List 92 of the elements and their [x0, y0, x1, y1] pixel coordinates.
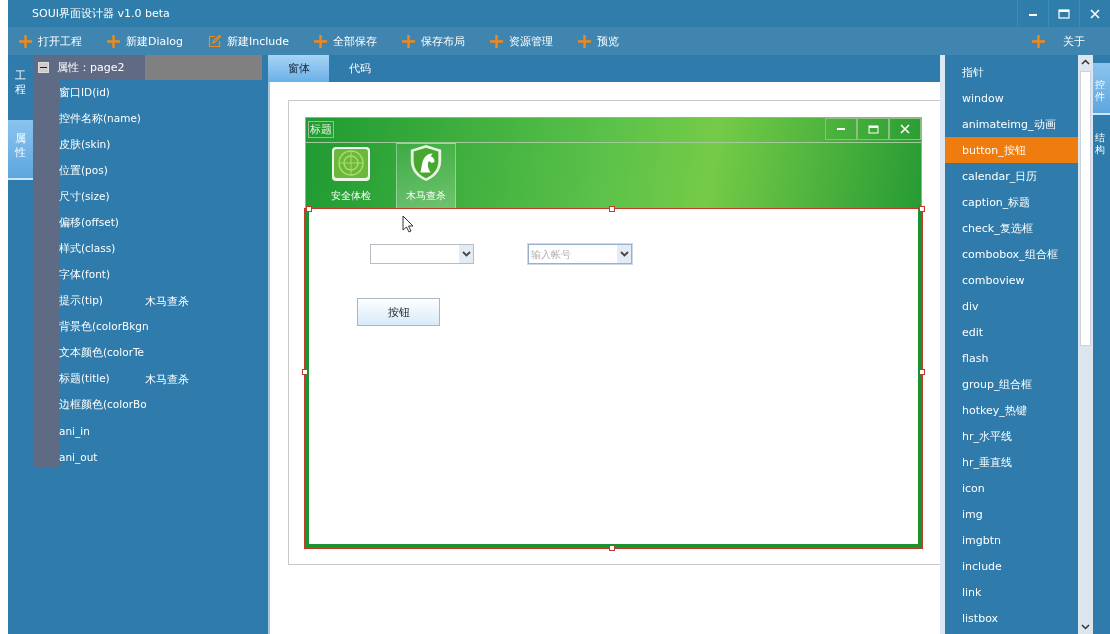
property-name: 标题(title): [59, 372, 111, 386]
editor-tab[interactable]: 代码: [329, 55, 390, 82]
selected-page-area[interactable]: 输入帐号 按钮: [305, 209, 922, 548]
resize-handle[interactable]: [302, 369, 308, 375]
plus-icon: [19, 34, 32, 48]
side-tab[interactable]: 工程: [8, 65, 33, 120]
plus-icon: [402, 34, 416, 48]
control-list-item[interactable]: 指针: [945, 59, 1078, 85]
control-list-item[interactable]: edit: [945, 319, 1078, 345]
close-icon: [1090, 8, 1100, 19]
control-list-item[interactable]: animateimg_动画: [945, 111, 1078, 137]
property-name: 字体(font): [59, 268, 112, 282]
property-name: 尺寸(size): [59, 190, 111, 204]
toolbar-button[interactable]: 新建Include: [208, 33, 290, 49]
minimize-icon: [836, 125, 846, 133]
window-title: SOUI界面设计器 v1.0 beta: [31, 6, 171, 21]
toolbar-button[interactable]: 打开工程: [19, 33, 82, 49]
control-list-item[interactable]: combobox_组合框: [945, 241, 1078, 267]
control-list-item[interactable]: hr_水平线: [945, 423, 1078, 449]
side-tab[interactable]: 结构: [1093, 115, 1110, 167]
plus-icon: [107, 34, 120, 48]
tool-button[interactable]: 安全体检: [321, 143, 381, 209]
property-name: ani_in: [59, 425, 91, 437]
mouse-cursor-icon: [402, 215, 414, 233]
control-list-item[interactable]: link: [945, 579, 1078, 605]
control-list-item[interactable]: include: [945, 553, 1078, 579]
property-name: 样式(class): [59, 242, 117, 256]
toolbar-button[interactable]: 预览: [578, 33, 620, 49]
chevron-down-icon: [619, 251, 629, 257]
maximize-icon: [867, 124, 879, 134]
maximize-button[interactable]: [857, 118, 889, 140]
close-icon: [900, 124, 910, 134]
control-list-item[interactable]: group_组合框: [945, 371, 1078, 397]
control-list-item[interactable]: flash: [945, 345, 1078, 371]
plus-icon: [1032, 34, 1045, 48]
control-list-item[interactable]: comboview: [945, 267, 1078, 293]
control-list-item[interactable]: caption_标题: [945, 189, 1078, 215]
plus-icon: [314, 34, 328, 48]
property-value: 木马查杀: [145, 371, 189, 387]
control-list-item[interactable]: check_复选框: [945, 215, 1078, 241]
property-name: 文本颜色(colorTe: [59, 346, 145, 360]
control-list-item[interactable]: img: [945, 501, 1078, 527]
shield-icon: [408, 144, 444, 182]
property-name: 皮肤(skin): [59, 138, 112, 152]
toolbar-button[interactable]: 关于: [1032, 33, 1085, 49]
property-name: 边框颜色(colorBo: [59, 398, 147, 412]
control-list-item[interactable]: imgbtn: [945, 527, 1078, 553]
toolbar-button[interactable]: 保存布局: [402, 33, 466, 49]
tool-button[interactable]: 木马查杀: [396, 143, 456, 209]
combo-input[interactable]: 输入帐号: [529, 245, 617, 263]
property-name: ani_out: [59, 451, 99, 463]
property-name: 位置(pos): [59, 164, 109, 178]
resize-handle[interactable]: [919, 369, 925, 375]
scroll-down-icon[interactable]: [1081, 624, 1090, 630]
scrollbar[interactable]: [1078, 55, 1093, 634]
plus-icon: [578, 34, 592, 48]
control-list-item[interactable]: button_按钮: [945, 137, 1078, 163]
property-value: 木马查杀: [145, 293, 189, 309]
resize-handle[interactable]: [609, 545, 615, 551]
property-name: 控件名称(name): [59, 112, 142, 126]
plus-icon: [490, 34, 504, 48]
preview-title: 标题: [308, 121, 334, 138]
control-list-item[interactable]: icon: [945, 475, 1078, 501]
control-list-item[interactable]: hr_垂直线: [945, 449, 1078, 475]
control-list-item[interactable]: window: [945, 85, 1078, 111]
control-list-item[interactable]: listbox: [945, 605, 1078, 631]
property-name: 背景色(colorBkgn: [59, 320, 149, 334]
resize-handle[interactable]: [919, 206, 925, 212]
resize-handle[interactable]: [306, 206, 312, 212]
control-list-item[interactable]: calendar_日历: [945, 163, 1078, 189]
property-name: 偏移(offset): [59, 216, 120, 230]
scroll-up-icon[interactable]: [1081, 59, 1090, 65]
property-name: 窗口ID(id): [59, 86, 111, 100]
property-group-header: 属性：page2: [57, 60, 125, 75]
side-tab[interactable]: 控件: [1093, 63, 1110, 115]
maximize-icon: [1058, 8, 1070, 19]
toolbar-button[interactable]: 资源管理: [490, 33, 554, 49]
close-button[interactable]: [889, 118, 921, 140]
radar-icon: [331, 146, 371, 182]
editor-tab[interactable]: 窗体: [268, 55, 329, 82]
collapse-toggle-icon[interactable]: [38, 62, 49, 73]
chevron-down-icon: [461, 251, 471, 257]
edit-icon: [208, 34, 222, 48]
control-list-item[interactable]: div: [945, 293, 1078, 319]
property-name: 提示(tip): [59, 294, 104, 308]
control-list-item[interactable]: hotkey_热键: [945, 397, 1078, 423]
preview-button[interactable]: 按钮: [357, 298, 440, 326]
toolbar-button[interactable]: 全部保存: [314, 33, 378, 49]
minimize-button[interactable]: [825, 118, 857, 140]
combo-box[interactable]: 输入帐号: [528, 244, 632, 264]
resize-handle[interactable]: [609, 206, 615, 212]
toolbar-button[interactable]: 新建Dialog: [107, 33, 184, 49]
